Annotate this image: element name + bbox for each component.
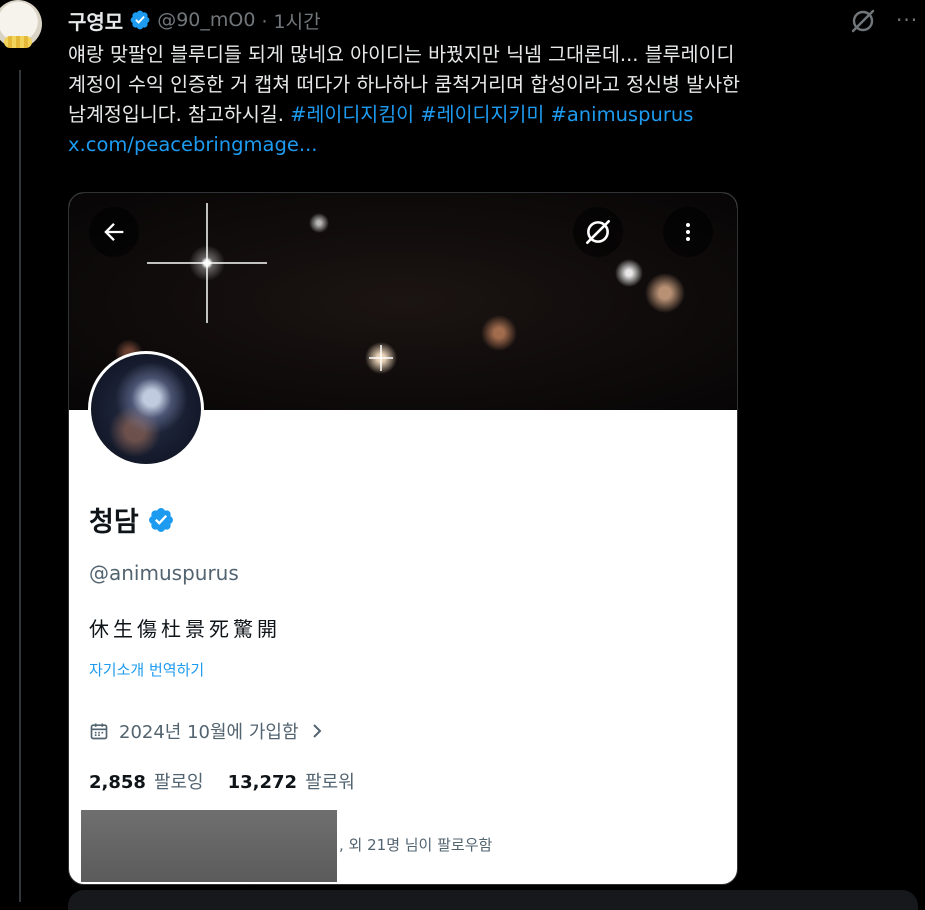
author-handle[interactable]: @90_mO0 [157,9,255,31]
star-spike [380,345,382,371]
star-spike [206,203,208,323]
translate-bio-link: 자기소개 번역하기 [89,661,205,679]
grok-icon[interactable] [849,7,877,35]
external-link[interactable]: x.com/peacebringmage... [68,130,918,160]
tweet-time[interactable]: · 1시간 [261,7,320,34]
back-button[interactable] [89,207,139,257]
author-name[interactable]: 구영모 [68,6,123,35]
grok-button[interactable] [573,207,623,257]
redaction-box [81,810,337,882]
following-count: 2,858 [89,772,146,793]
followers-count: 13,272 [227,772,298,793]
tweet-line: 얘랑 맞팔인 블루디들 되게 많네요 아이디는 바꿨지만 닉넴 그대론데... … [68,43,735,66]
hashtag-link[interactable]: #레이디지킴이 [290,103,414,126]
more-button[interactable] [663,207,713,257]
tweet-image[interactable]: 청담 @animuspurus 休生傷杜景死驚開 자기소개 번역하기 2024년… [68,192,738,885]
more-icon[interactable]: ··· [896,8,918,32]
tweet-line-3: 남계정입니다. 참고하시길. #레이디지킴이 #레이디지키미 #animuspu… [68,100,918,130]
next-post-card [68,890,918,910]
tweet-header: 구영모 @90_mO0 · 1시간 [68,6,321,35]
avatar-scarf [4,36,32,48]
tweet-line-text: 남계정입니다. 참고하시길. [68,103,284,126]
verified-badge-icon [148,507,173,532]
profile-handle: @animuspurus [89,561,239,585]
followed-by-text: , 외 21명 님이 팔로우함 [339,836,493,854]
following-stat: 2,858 팔로잉 [89,768,204,794]
author-avatar[interactable] [0,0,50,72]
followers-stat: 13,272 팔로워 [228,768,355,794]
thread-line [19,70,21,902]
grok-icon [586,220,610,244]
profile-avatar[interactable] [88,351,204,467]
profile-stats: 2,858 팔로잉 13,272 팔로워 [89,768,355,794]
tweet-text: 얘랑 맞팔인 블루디들 되게 많네요 아이디는 바꿨지만 닉넴 그대론데... … [68,40,918,160]
followers-label: 팔로워 [305,772,355,793]
tweet-line: 계정이 수익 인증한 거 캡쳐 떠다가 하나하나 쿰척거리며 합성이라고 정신병… [68,73,740,96]
profile-joined: 2024년 10월에 가입함 [89,718,325,744]
hashtag-link[interactable]: #레이디지키미 [420,103,544,126]
more-vertical-icon [686,223,690,241]
chevron-right-icon [312,724,321,738]
joined-date: 2024년 10월에 가입함 [119,722,299,743]
calendar-icon [90,723,108,740]
profile-name: 청담 [89,507,139,538]
profile-avatar-image [91,354,201,464]
profile-name-row: 청담 [89,500,175,539]
hashtag-link[interactable]: #animuspurus [551,103,694,126]
back-arrow-icon [104,223,124,241]
verified-badge-icon [130,10,150,30]
following-label: 팔로잉 [153,772,204,793]
profile-bio: 休生傷杜景死驚開 [89,617,281,641]
